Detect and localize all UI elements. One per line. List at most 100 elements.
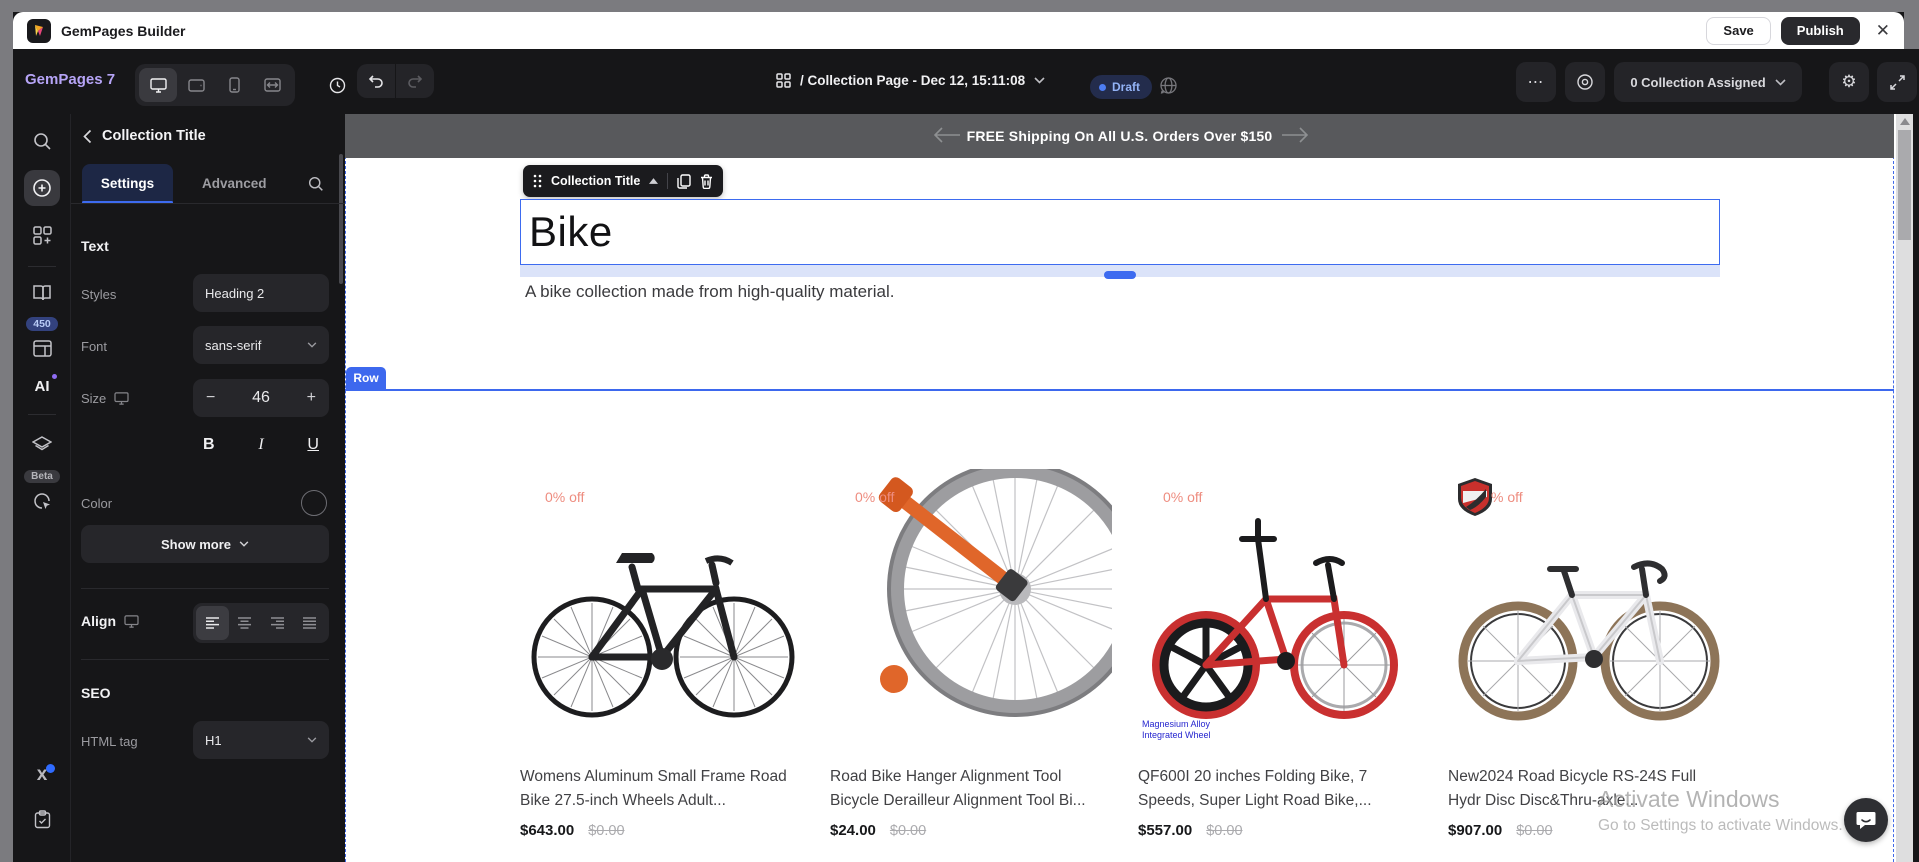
status-badge: Draft xyxy=(1090,75,1152,99)
panel-scrollbar[interactable] xyxy=(339,154,343,284)
ai-icon: AI xyxy=(35,378,50,395)
settings-gear-button[interactable]: ⚙ xyxy=(1829,62,1869,102)
html-tag-dropdown[interactable]: H1 xyxy=(193,721,329,759)
drag-handle-icon[interactable] xyxy=(533,174,542,188)
tab-advanced[interactable]: Advanced xyxy=(202,164,267,203)
bike-image-red-folding xyxy=(1138,469,1420,745)
more-options-button[interactable]: ⋯ xyxy=(1516,62,1556,102)
device-tablet-button[interactable] xyxy=(177,68,215,102)
show-more-button[interactable]: Show more xyxy=(81,525,329,563)
product-image[interactable]: 0% off xyxy=(1138,469,1420,745)
discount-badge: % off xyxy=(1491,489,1523,505)
product-card[interactable]: 0% off xyxy=(520,469,802,839)
device-desktop-button[interactable] xyxy=(139,68,177,102)
clipboard-icon xyxy=(34,810,51,829)
redo-button[interactable] xyxy=(396,64,434,98)
preview-button[interactable] xyxy=(1565,62,1605,102)
desktop-scope-icon xyxy=(114,392,129,405)
publish-button[interactable]: Publish xyxy=(1781,17,1860,45)
padding-drag-handle[interactable] xyxy=(1104,271,1136,279)
duplicate-icon[interactable] xyxy=(677,174,691,189)
x-integration-button[interactable]: x xyxy=(13,764,71,786)
styles-field[interactable]: Heading 2 xyxy=(193,274,329,312)
row-label-tab[interactable]: Row xyxy=(346,367,386,389)
collection-assigned-dropdown[interactable]: 0 Collection Assigned xyxy=(1614,62,1802,102)
size-plus-button[interactable]: + xyxy=(307,389,316,407)
globe-icon[interactable] xyxy=(1159,76,1178,95)
tab-settings[interactable]: Settings xyxy=(82,164,173,203)
styles-label: Styles xyxy=(81,287,116,302)
live-chat-button[interactable] xyxy=(1844,798,1888,842)
announcement-banner[interactable]: FREE Shipping On All U.S. Orders Over $1… xyxy=(345,114,1894,158)
banner-prev-arrow-icon[interactable] xyxy=(933,125,961,145)
close-icon[interactable]: ✕ xyxy=(1876,21,1890,41)
align-center-button[interactable] xyxy=(229,606,262,640)
save-button[interactable]: Save xyxy=(1706,17,1770,45)
font-dropdown[interactable]: sans-serif xyxy=(193,326,329,364)
product-price: $24.00 xyxy=(830,822,876,839)
device-mobile-button[interactable] xyxy=(215,68,253,102)
collection-description[interactable]: A bike collection made from high-quality… xyxy=(525,282,894,302)
breadcrumb[interactable]: / Collection Page - Dec 12, 15:11:08 xyxy=(776,73,1045,88)
templates-button[interactable] xyxy=(13,340,71,357)
activate-windows-watermark: Activate Windows xyxy=(1598,786,1780,813)
product-title[interactable]: QF600I 20 inches Folding Bike, 7 Speeds,… xyxy=(1138,765,1410,813)
pages-button[interactable] xyxy=(13,284,71,302)
product-card[interactable]: % off xyxy=(1448,469,1730,839)
scrollbar-thumb[interactable] xyxy=(1898,130,1911,240)
scrollbar-up-arrow[interactable] xyxy=(1900,118,1910,125)
size-value[interactable]: 46 xyxy=(252,389,270,407)
canvas-scrollbar[interactable] xyxy=(1896,114,1913,862)
color-swatch[interactable] xyxy=(301,490,327,516)
align-left-button[interactable] xyxy=(196,606,229,640)
desktop-scope-icon xyxy=(124,615,139,628)
product-compare-price: $0.00 xyxy=(890,823,926,839)
panel-search-button[interactable] xyxy=(308,164,324,203)
section-grid-plus-icon xyxy=(33,226,52,245)
checklist-button[interactable] xyxy=(13,810,71,829)
align-right-button[interactable] xyxy=(261,606,294,640)
app-title: GemPages Builder xyxy=(61,23,186,39)
collection-heading[interactable]: Bike xyxy=(529,208,613,256)
italic-button[interactable]: I xyxy=(258,436,263,454)
underline-button[interactable]: U xyxy=(307,436,319,454)
bold-button[interactable]: B xyxy=(203,436,215,454)
beta-badge: Beta xyxy=(13,470,71,483)
banner-next-arrow-icon[interactable] xyxy=(1281,125,1309,145)
chevron-up-icon[interactable] xyxy=(649,178,658,184)
chevron-down-icon xyxy=(307,342,317,348)
product-card[interactable]: 0% off xyxy=(830,469,1112,839)
size-minus-button[interactable]: − xyxy=(206,389,215,407)
interaction-beta-button[interactable] xyxy=(13,492,71,511)
layers-icon xyxy=(32,436,52,454)
product-price: $907.00 xyxy=(1448,822,1502,839)
product-title[interactable]: Road Bike Hanger Alignment Tool Bicycle … xyxy=(830,765,1102,813)
add-element-button[interactable] xyxy=(13,170,71,206)
align-justify-button[interactable] xyxy=(294,606,327,640)
product-image[interactable]: % off xyxy=(1448,469,1730,745)
trash-icon[interactable] xyxy=(700,174,713,189)
product-compare-price: $0.00 xyxy=(1516,823,1552,839)
add-section-button[interactable] xyxy=(13,226,71,245)
collection-title-element[interactable]: Bike xyxy=(520,199,1720,265)
product-image[interactable]: 0% off xyxy=(520,469,802,745)
draft-dot-icon xyxy=(1099,84,1106,91)
product-image[interactable]: 0% off xyxy=(830,469,1112,745)
ai-assistant-button[interactable]: AI xyxy=(13,378,71,395)
window-surround-right xyxy=(1904,12,1919,49)
product-card[interactable]: 0% off xyxy=(1138,469,1420,839)
fullscreen-button[interactable] xyxy=(1877,62,1917,102)
layers-button[interactable] xyxy=(13,436,71,454)
undo-redo-group xyxy=(357,64,434,98)
font-label: Font xyxy=(81,339,107,354)
template-layout-icon xyxy=(33,340,52,357)
gempages-logo-icon xyxy=(27,19,51,43)
size-stepper[interactable]: − 46 + xyxy=(193,379,329,417)
gempages-builder-window: GemPages Builder Save Publish ✕ GemPages… xyxy=(0,0,1919,862)
back-chevron-icon[interactable] xyxy=(83,129,92,144)
product-title[interactable]: Womens Aluminum Small Frame Road Bike 27… xyxy=(520,765,792,813)
undo-button[interactable] xyxy=(357,64,395,98)
search-sidebar-button[interactable] xyxy=(13,132,71,151)
device-responsive-button[interactable] xyxy=(253,68,291,102)
history-icon[interactable] xyxy=(318,68,356,102)
